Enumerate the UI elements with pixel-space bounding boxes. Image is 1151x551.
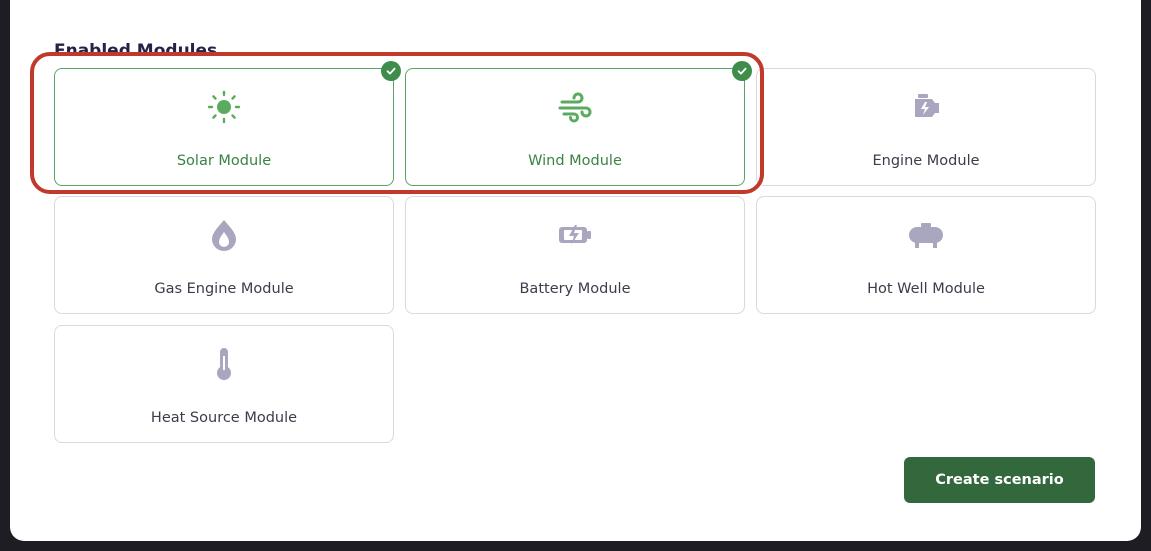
module-card-hot-well[interactable]: Hot Well Module: [756, 196, 1096, 314]
module-label: Wind Module: [528, 153, 622, 169]
module-label: Engine Module: [872, 153, 980, 169]
module-card-engine[interactable]: Engine Module: [756, 68, 1096, 186]
check-icon: [381, 61, 401, 81]
module-label: Battery Module: [519, 281, 631, 297]
module-card-wind[interactable]: Wind Module: [405, 61, 752, 186]
create-scenario-button[interactable]: Create scenario: [904, 457, 1095, 503]
module-card-solar[interactable]: Solar Module: [54, 61, 401, 186]
section-title: Enabled Modules: [54, 41, 218, 61]
modules-panel: Enabled Modules Solar Module Wind Module…: [10, 0, 1141, 541]
engine-icon: [906, 89, 946, 125]
sun-icon: [204, 89, 244, 125]
module-card-heat-source[interactable]: Heat Source Module: [54, 325, 394, 443]
module-label: Hot Well Module: [867, 281, 985, 297]
thermometer-icon: [204, 346, 244, 382]
wind-icon: [555, 89, 595, 125]
module-label: Gas Engine Module: [154, 281, 294, 297]
module-label: Heat Source Module: [150, 410, 298, 426]
module-card-gas-engine[interactable]: Gas Engine Module: [54, 196, 394, 314]
flame-icon: [204, 217, 244, 253]
check-icon: [732, 61, 752, 81]
tank-icon: [906, 217, 946, 253]
battery-bolt-icon: [555, 217, 595, 253]
module-label: Solar Module: [176, 153, 272, 169]
module-card-battery[interactable]: Battery Module: [405, 196, 745, 314]
